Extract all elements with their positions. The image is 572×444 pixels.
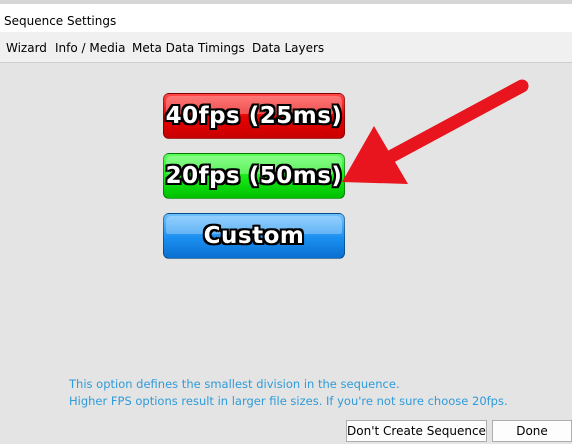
tab-timings[interactable]: Timings bbox=[198, 41, 245, 55]
red-arrow-icon bbox=[342, 79, 529, 184]
tab-bar: Wizard Info / Media Meta Data Timings Da… bbox=[0, 34, 572, 62]
fps20-button[interactable]: 20fps (50ms) bbox=[163, 153, 345, 199]
tab-data-layers[interactable]: Data Layers bbox=[252, 41, 324, 55]
arrow-shaft bbox=[385, 79, 529, 163]
dont-create-sequence-button[interactable]: Don't Create Sequence bbox=[346, 420, 487, 442]
tab-meta-data[interactable]: Meta Data bbox=[132, 41, 194, 55]
window-title: Sequence Settings bbox=[4, 14, 117, 28]
hint-line-2: Higher FPS options result in larger file… bbox=[69, 394, 508, 408]
tab-wizard[interactable]: Wizard bbox=[6, 41, 47, 55]
title-bar: Sequence Settings bbox=[0, 4, 572, 32]
tab-info-media[interactable]: Info / Media bbox=[55, 41, 125, 55]
fps20-label: 20fps (50ms) bbox=[165, 163, 343, 189]
fps40-button[interactable]: 40fps (25ms) bbox=[163, 93, 345, 139]
hint-line-1: This option defines the smallest divisio… bbox=[69, 377, 400, 391]
custom-label: Custom bbox=[203, 223, 305, 249]
custom-button[interactable]: Custom bbox=[163, 213, 345, 259]
done-button[interactable]: Done bbox=[492, 420, 572, 442]
fps40-label: 40fps (25ms) bbox=[165, 103, 343, 129]
